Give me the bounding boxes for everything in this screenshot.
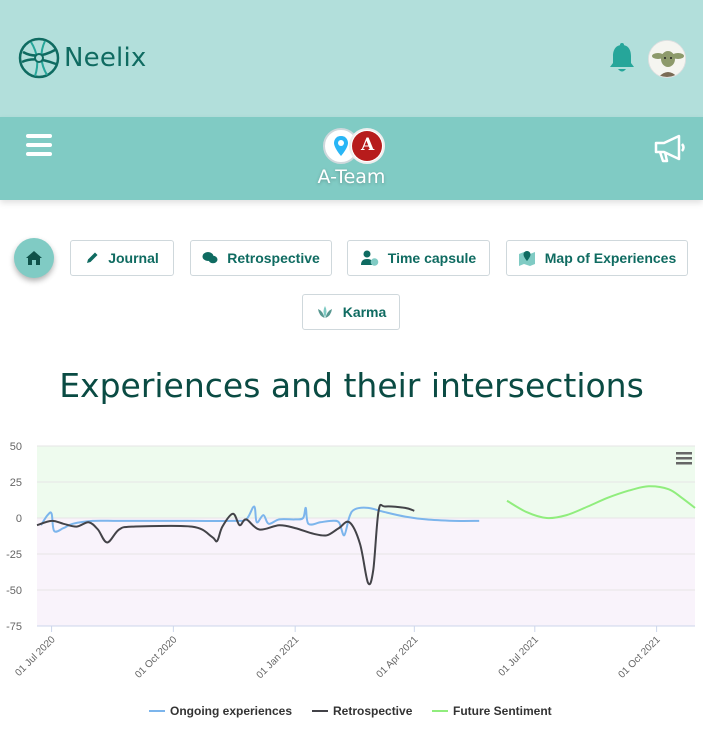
x-tick-label: 01 Jul 2020 (13, 634, 58, 679)
home-button[interactable] (14, 238, 54, 278)
time-capsule-label: Time capsule (387, 250, 477, 266)
team-avatars[interactable]: A (322, 127, 388, 167)
y-tick-label: 50 (10, 441, 22, 453)
hamburger-icon (26, 134, 52, 138)
menu-button[interactable] (26, 134, 52, 156)
x-tick-label: 01 Oct 2021 (616, 634, 663, 681)
y-tick-label: -75 (6, 621, 22, 633)
x-tick-label: 01 Apr 2021 (375, 634, 421, 680)
map-marker-icon (518, 251, 535, 266)
chart-menu-icon-bar (676, 457, 692, 460)
hamburger-icon-bar (26, 152, 52, 156)
page-title: Experiences and their intersections (59, 366, 644, 405)
journal-button[interactable]: Journal (70, 240, 174, 276)
x-tick-label: 01 Jan 2021 (255, 634, 302, 681)
bell-icon (610, 43, 634, 72)
journal-label: Journal (108, 250, 159, 266)
experiences-chart-svg: 50 25 0 -25 -50 -75 01 Jul 2020 01 Oct 2020 01 … (6, 441, 696, 718)
time-capsule-button[interactable]: Time capsule (347, 240, 490, 276)
experiences-chart: 50 25 0 -25 -50 -75 01 Jul 2020 01 Oct 2020 01 … (0, 432, 703, 753)
home-icon (26, 251, 42, 265)
y-tick-label: 0 (16, 513, 22, 525)
team-badge-letter: A (361, 135, 375, 155)
karma-button[interactable]: Karma (302, 294, 400, 330)
y-tick-label: 25 (10, 477, 22, 489)
x-tick-label: 01 Jul 2021 (497, 634, 542, 679)
top-bar: Neelix (0, 0, 703, 117)
team-name: A-Team (317, 166, 386, 188)
map-of-experiences-button[interactable]: Map of Experiences (506, 240, 688, 276)
legend-item: Retrospective (333, 704, 413, 718)
team-bar: A A-Team (0, 117, 703, 200)
map-of-experiences-label: Map of Experiences (544, 250, 677, 266)
hamburger-icon-bar (26, 143, 52, 147)
megaphone-icon (654, 134, 685, 163)
chart-menu-icon[interactable] (676, 452, 692, 465)
y-tick-label: -25 (6, 549, 22, 561)
chart-menu-icon-bar (676, 452, 692, 455)
announcements-button[interactable] (653, 133, 687, 168)
chart-menu-icon-bar (676, 462, 692, 465)
legend-item: Future Sentiment (453, 704, 552, 718)
retrospective-label: Retrospective (227, 250, 320, 266)
x-tick-label: 01 Oct 2020 (133, 634, 180, 681)
user-avatar-icon (649, 41, 685, 77)
team-badge-icon (323, 128, 385, 164)
notifications-button[interactable] (607, 42, 637, 79)
karma-label: Karma (342, 304, 387, 320)
lotus-icon (317, 306, 332, 318)
user-clock-icon (360, 250, 379, 266)
app-logo[interactable]: Neelix (17, 36, 146, 80)
y-tick-label: -50 (6, 585, 22, 597)
chat-bubbles-icon (202, 252, 218, 264)
retrospective-button[interactable]: Retrospective (190, 240, 332, 276)
neelix-globe-logo-icon (18, 37, 60, 79)
app-name: Neelix (64, 43, 147, 73)
pencil-icon (87, 252, 98, 263)
user-avatar[interactable] (648, 40, 686, 78)
legend-item: Ongoing experiences (170, 704, 292, 718)
